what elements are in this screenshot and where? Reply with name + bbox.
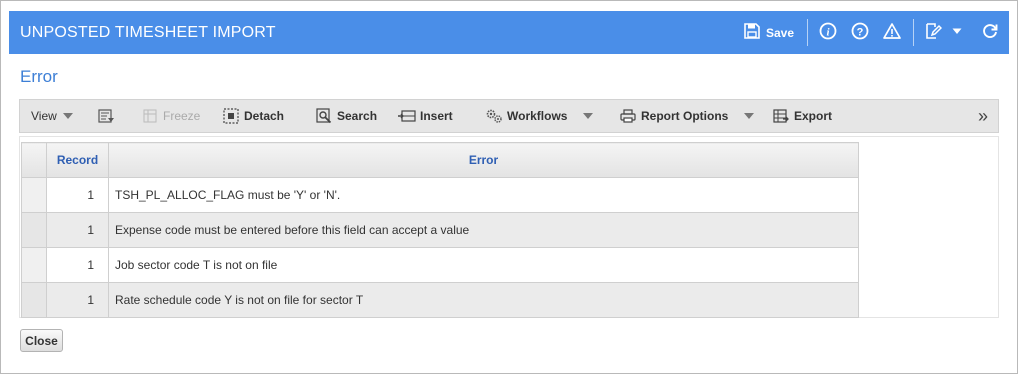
- window-title: UNPOSTED TIMESHEET IMPORT: [20, 24, 276, 41]
- row-selector[interactable]: [21, 177, 47, 213]
- error-grid: Record Error 1 TSH_PL_ALLOC_FLAG must be…: [19, 136, 999, 318]
- chevron-down-icon: [583, 113, 594, 119]
- column-settings-icon: [97, 108, 115, 124]
- svg-text:?: ?: [857, 27, 864, 39]
- grid-toolbar: View Freeze Detach Search Insert Workflo…: [19, 99, 999, 133]
- detach-button[interactable]: Detach: [222, 100, 284, 132]
- column-header-error[interactable]: Error: [108, 142, 859, 178]
- record-cell: 1: [46, 282, 109, 318]
- export-button[interactable]: Export: [772, 100, 832, 132]
- row-selector[interactable]: [21, 282, 47, 318]
- error-cell: Job sector code T is not on file: [108, 247, 859, 283]
- search-label: Search: [337, 109, 378, 123]
- edit-button[interactable]: [922, 11, 944, 54]
- separator: [913, 19, 914, 46]
- section-title: Error: [20, 67, 58, 86]
- print-icon: [619, 108, 637, 124]
- freeze-icon: [141, 108, 159, 124]
- info-icon: i: [819, 22, 837, 43]
- save-label: Save: [765, 25, 795, 40]
- separator: [807, 19, 808, 46]
- row-selector[interactable]: [21, 212, 47, 248]
- export-icon: [772, 108, 790, 124]
- search-button[interactable]: Search: [315, 100, 377, 132]
- export-label: Export: [794, 109, 833, 123]
- report-options-menu[interactable]: Report Options: [619, 100, 755, 132]
- error-cell: TSH_PL_ALLOC_FLAG must be 'Y' or 'N'.: [108, 177, 859, 213]
- detach-label: Detach: [244, 109, 285, 123]
- save-icon: [744, 23, 760, 42]
- chevron-down-icon: [951, 25, 963, 40]
- detach-icon: [222, 108, 240, 124]
- title-bar: UNPOSTED TIMESHEET IMPORT Save i ?: [9, 11, 1009, 54]
- freeze-button[interactable]: Freeze: [141, 100, 200, 132]
- workflows-label: Workflows: [507, 109, 568, 123]
- error-cell: Expense code must be entered before this…: [108, 212, 859, 248]
- gears-icon: [485, 108, 503, 124]
- table-header-row: Record Error: [21, 142, 859, 178]
- table-row[interactable]: 1 Job sector code T is not on file: [21, 247, 859, 283]
- warning-button[interactable]: [881, 11, 903, 54]
- record-cell: 1: [46, 212, 109, 248]
- double-chevron-right-icon: »: [978, 105, 989, 126]
- table-row[interactable]: 1 TSH_PL_ALLOC_FLAG must be 'Y' or 'N'.: [21, 177, 859, 213]
- row-selector[interactable]: [21, 247, 47, 283]
- help-button[interactable]: ?: [849, 11, 871, 54]
- insert-icon: [398, 108, 416, 124]
- search-icon: [315, 108, 333, 124]
- warning-icon: [883, 22, 901, 43]
- refresh-icon: [981, 22, 999, 43]
- view-label: View: [31, 109, 57, 123]
- insert-button[interactable]: Insert: [398, 100, 453, 132]
- error-cell: Rate schedule code Y is not on file for …: [108, 282, 859, 318]
- save-button[interactable]: Save: [741, 11, 797, 54]
- insert-label: Insert: [420, 109, 453, 123]
- chevron-down-icon: [62, 113, 73, 119]
- help-icon: ?: [851, 22, 869, 43]
- record-cell: 1: [46, 247, 109, 283]
- refresh-button[interactable]: [979, 11, 1001, 54]
- close-button[interactable]: Close: [20, 329, 63, 352]
- chevron-down-icon: [744, 113, 755, 119]
- column-header-record[interactable]: Record: [46, 142, 109, 178]
- more-tools-button[interactable]: »: [978, 100, 988, 132]
- info-button[interactable]: i: [817, 11, 839, 54]
- freeze-label: Freeze: [163, 109, 201, 123]
- table-row[interactable]: 1 Rate schedule code Y is not on file fo…: [21, 282, 859, 318]
- svg-text:i: i: [826, 27, 830, 39]
- report-options-label: Report Options: [641, 109, 729, 123]
- edit-icon: [924, 22, 943, 43]
- row-selector-header[interactable]: [21, 142, 47, 178]
- workflows-menu[interactable]: Workflows: [485, 100, 594, 132]
- record-cell: 1: [46, 177, 109, 213]
- table-row[interactable]: 1 Expense code must be entered before th…: [21, 212, 859, 248]
- edit-dropdown-button[interactable]: [947, 11, 967, 54]
- view-menu[interactable]: View: [31, 100, 73, 132]
- dialog-window: UNPOSTED TIMESHEET IMPORT Save i ? Error…: [0, 0, 1018, 374]
- column-filter-button[interactable]: [97, 100, 119, 132]
- error-table: Record Error 1 TSH_PL_ALLOC_FLAG must be…: [21, 142, 859, 318]
